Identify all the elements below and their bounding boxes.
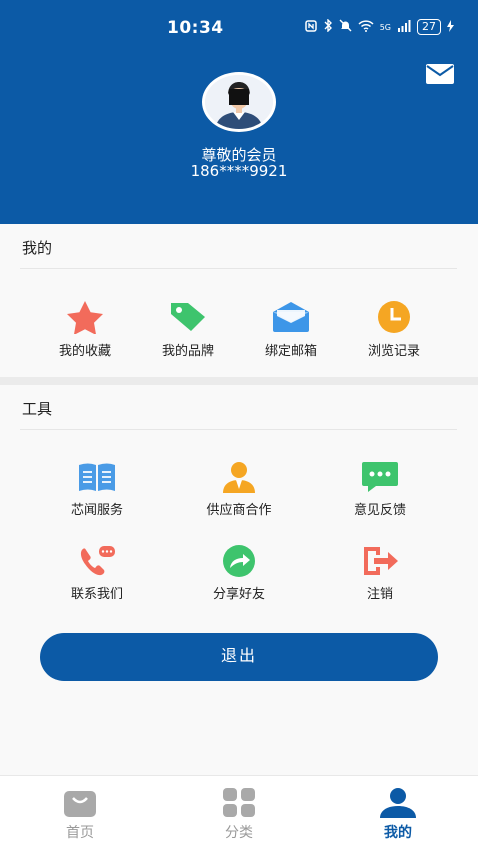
book-icon <box>79 463 115 491</box>
tab-home-label: 首页 <box>66 825 94 841</box>
my-favorites-item[interactable]: 我的收藏 <box>30 300 140 359</box>
phone-icon <box>80 546 115 576</box>
status-bar: 10:34 5G 27 <box>0 0 478 52</box>
supplier-cooperation-label: 供应商合作 <box>206 503 272 518</box>
nfc-icon <box>304 19 317 35</box>
section-tools: 工具 芯闻服务 供应商合作 意见反馈 联系我们 分享好友 注销 <box>0 385 478 775</box>
category-grid-icon <box>223 788 255 817</box>
feedback-label: 意见反馈 <box>353 503 406 518</box>
feedback-item[interactable]: 意见反馈 <box>325 461 435 518</box>
browse-history-label: 浏览记录 <box>367 344 420 359</box>
deregister-item[interactable]: 注销 <box>325 545 435 602</box>
my-brands-item[interactable]: 我的品牌 <box>133 300 243 359</box>
status-icons: 5G 27 <box>304 18 454 35</box>
mute-bell-icon <box>339 19 352 35</box>
logout-button[interactable]: 退出 <box>40 633 438 681</box>
mailbox-icon <box>273 302 309 332</box>
wifi-icon <box>358 19 374 35</box>
bluetooth-icon <box>323 18 333 35</box>
contact-us-item[interactable]: 联系我们 <box>42 545 152 602</box>
tab-category[interactable]: 分类 <box>189 788 289 842</box>
logout-icon <box>364 547 398 575</box>
section-separator <box>0 377 478 385</box>
browse-history-item[interactable]: 浏览记录 <box>339 300 449 359</box>
share-icon <box>223 545 255 577</box>
tab-home[interactable]: 首页 <box>30 788 130 842</box>
clock-icon <box>378 301 410 333</box>
section-mine: 我的 我的收藏 我的品牌 绑定邮箱 浏览记录 <box>0 224 478 377</box>
network-label: 5G <box>379 22 391 32</box>
news-service-item[interactable]: 芯闻服务 <box>42 461 152 518</box>
supplier-icon <box>223 462 255 493</box>
divider <box>20 268 457 269</box>
message-mail-icon[interactable] <box>426 64 454 84</box>
bottom-tab-bar: 首页 分类 我的 <box>0 775 478 850</box>
share-friends-label: 分享好友 <box>212 587 265 602</box>
signal-icon <box>397 19 411 35</box>
profile-header: 10:34 5G 27 尊敬的会员 186****9921 <box>0 0 478 224</box>
tab-category-label: 分类 <box>225 825 253 841</box>
divider <box>20 429 457 430</box>
news-service-label: 芯闻服务 <box>70 503 123 518</box>
charging-icon <box>447 19 454 35</box>
member-phone: 186****9921 <box>190 162 288 180</box>
bind-email-item[interactable]: 绑定邮箱 <box>236 300 346 359</box>
my-favorites-label: 我的收藏 <box>58 344 111 359</box>
bind-email-label: 绑定邮箱 <box>264 344 317 359</box>
home-bag-icon <box>64 791 96 817</box>
supplier-cooperation-item[interactable]: 供应商合作 <box>184 461 294 518</box>
avatar[interactable] <box>202 72 276 132</box>
battery-level: 27 <box>417 19 441 35</box>
my-brands-label: 我的品牌 <box>161 344 214 359</box>
tab-mine-label: 我的 <box>384 825 412 841</box>
section-title-mine: 我的 <box>22 239 53 257</box>
tag-icon <box>171 303 205 331</box>
star-icon <box>67 301 103 334</box>
status-time: 10:34 <box>167 18 224 38</box>
share-friends-item[interactable]: 分享好友 <box>184 545 294 602</box>
feedback-icon <box>362 462 398 492</box>
deregister-label: 注销 <box>366 587 393 602</box>
section-title-tools: 工具 <box>22 400 53 418</box>
user-icon <box>380 788 416 818</box>
tab-mine[interactable]: 我的 <box>348 788 448 842</box>
contact-us-label: 联系我们 <box>70 587 123 602</box>
